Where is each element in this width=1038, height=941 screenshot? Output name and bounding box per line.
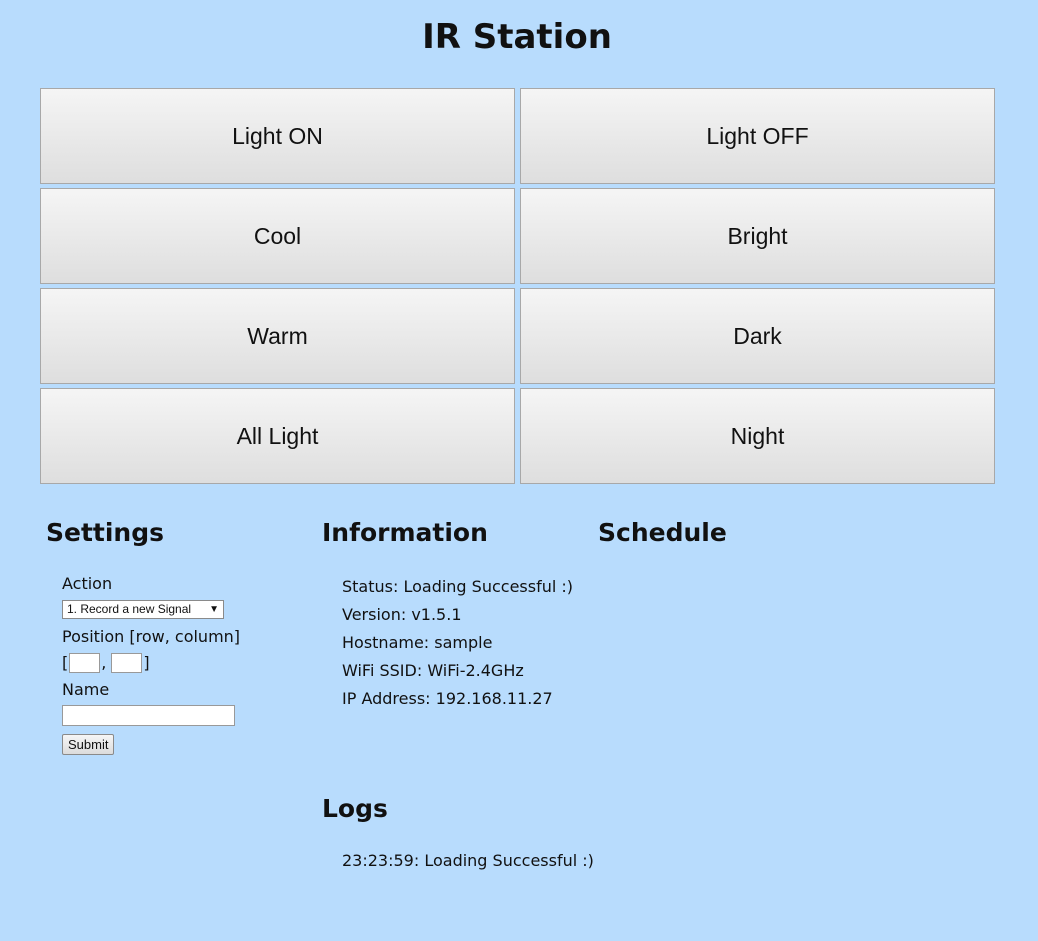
page-title: IR Station [422,17,612,57]
wifi-ssid-line: WiFi SSID: WiFi-2.4GHz [342,661,524,680]
action-select[interactable]: 1. Record a new Signal ▼ [62,600,224,619]
position-row-input[interactable] [69,653,101,673]
action-label: Action [62,574,113,593]
version-line: Version: v1.5.1 [342,605,462,624]
position-inputs: [ , ] [62,653,150,673]
position-column-input[interactable] [111,653,143,673]
open-bracket: [ [62,653,69,672]
settings-section: Settings Action 1. Record a new Signal ▼… [46,518,296,755]
comma-separator: , [101,653,107,672]
dropdown-arrow-icon: ▼ [209,604,219,615]
log-entry: 23:23:59: Loading Successful :) [342,851,594,870]
close-bracket: ] [143,653,150,672]
information-heading: Information [322,518,488,547]
log-list: 23:23:59: Loading Successful :) [342,847,594,875]
logs-heading: Logs [322,794,388,823]
signal-button-dark[interactable]: Dark [520,288,995,384]
signal-button-bright[interactable]: Bright [520,188,995,284]
schedule-section: Schedule [598,518,898,548]
signal-button-grid: Light ON Light OFF Cool Bright Warm Dark… [40,88,995,484]
ip-address-line: IP Address: 192.168.11.27 [342,689,553,708]
submit-button[interactable]: Submit [62,734,115,755]
signal-button-warm[interactable]: Warm [40,288,515,384]
settings-heading: Settings [46,518,165,547]
signal-button-cool[interactable]: Cool [40,188,515,284]
information-list: Status: Loading Successful :) Version: v… [342,573,573,713]
name-input[interactable] [62,705,235,726]
signal-button-night[interactable]: Night [520,388,995,484]
schedule-heading: Schedule [598,518,727,547]
signal-button-light-off[interactable]: Light OFF [520,88,995,184]
information-section: Information Status: Loading Successful :… [322,518,592,708]
action-selected-value: 1. Record a new Signal [67,602,192,616]
logs-section: Logs 23:23:59: Loading Successful :) [322,794,722,870]
status-line: Status: Loading Successful :) [342,577,574,596]
name-label: Name [62,680,110,699]
signal-button-all-light[interactable]: All Light [40,388,515,484]
hostname-line: Hostname: sample [342,633,493,652]
signal-button-light-on[interactable]: Light ON [40,88,515,184]
position-label: Position [row, column] [62,627,241,646]
